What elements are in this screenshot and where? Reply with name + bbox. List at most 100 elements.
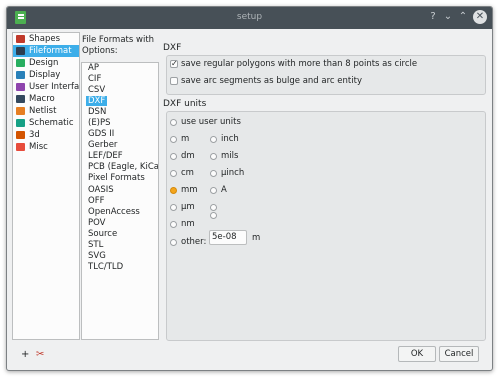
format-label: OpenAccess — [88, 206, 140, 217]
unit-radio[interactable] — [170, 170, 177, 177]
format-label: AP — [88, 63, 99, 73]
format-item[interactable]: LEF/DEF — [82, 151, 158, 162]
arcs-checkbox[interactable] — [170, 77, 178, 85]
formats-label: File Formats with Options: — [82, 35, 155, 56]
category-icon — [16, 107, 25, 115]
unit-label: cm — [181, 168, 194, 178]
tool-icon[interactable]: ✂ — [36, 349, 44, 360]
titlebar: setup ? ⌄ ⌃ ✕ — [7, 7, 492, 29]
unit-label: dm — [181, 151, 195, 161]
polygons-checkbox[interactable] — [170, 58, 178, 69]
unit-radio[interactable] — [210, 204, 217, 211]
format-item[interactable]: OpenAccess — [82, 207, 158, 218]
category-icon — [16, 143, 25, 151]
category-icon — [16, 83, 25, 91]
unit-label: mils — [221, 151, 239, 161]
category-icon — [16, 35, 25, 43]
format-label: PCB (Eagle, KiCad — [88, 162, 158, 173]
category-label: Design — [29, 58, 59, 68]
unit-label: A — [221, 185, 227, 195]
format-item[interactable]: Pixel Formats — [82, 173, 158, 184]
units-group-title: DXF units — [163, 99, 207, 109]
format-item[interactable]: OFF — [82, 196, 158, 207]
format-item[interactable]: STL — [82, 240, 158, 251]
format-item[interactable]: Gerber — [82, 140, 158, 151]
format-label: DXF — [86, 96, 108, 107]
unit-radio[interactable] — [210, 187, 217, 194]
unit-label: inch — [221, 134, 239, 144]
category-item[interactable]: Macro — [13, 93, 79, 105]
format-label: STL — [88, 239, 104, 250]
format-item[interactable]: DXF — [82, 96, 158, 107]
help-icon[interactable]: ? — [426, 10, 440, 24]
category-item[interactable]: 3d — [13, 129, 79, 141]
polygons-label: save regular polygons with more than 8 p… — [181, 59, 418, 69]
category-icon — [16, 59, 25, 67]
unit-radio[interactable] — [170, 204, 177, 211]
format-item[interactable]: DSN — [82, 107, 158, 118]
format-label: CIF — [88, 74, 102, 85]
other-label: other: — [181, 237, 207, 247]
category-item[interactable]: Netlist — [13, 105, 79, 117]
category-item[interactable]: Misc — [13, 141, 79, 153]
unit-radio[interactable] — [210, 153, 217, 160]
format-item[interactable]: TLC/TLD — [82, 262, 158, 273]
unit-label: µinch — [221, 168, 245, 178]
format-label: Pixel Formats — [88, 173, 145, 184]
ok-button[interactable]: OK — [398, 346, 436, 362]
unit-radio[interactable] — [210, 170, 217, 177]
format-item[interactable]: (E)PS — [82, 118, 158, 129]
unit-radio[interactable] — [170, 153, 177, 160]
unit-radio[interactable] — [170, 187, 177, 194]
category-list[interactable]: Shapes Fileformat Design Display User Interf… — [12, 32, 80, 340]
format-item[interactable]: CIF — [82, 74, 158, 85]
unit-radio[interactable] — [210, 136, 217, 143]
category-label: Schematic — [29, 118, 74, 128]
category-item[interactable]: Shapes — [13, 33, 79, 45]
format-label: SVG — [88, 250, 106, 261]
category-label: Display — [29, 70, 61, 80]
setup-window: setup ? ⌄ ⌃ ✕ Shapes Fileformat Design Disp… — [6, 6, 493, 371]
category-icon — [16, 119, 25, 127]
category-item[interactable]: Design — [13, 57, 79, 69]
format-label: (E)PS — [88, 118, 111, 129]
format-item[interactable]: AP — [82, 63, 158, 74]
format-item[interactable]: Source — [82, 229, 158, 240]
format-item[interactable]: PCB (Eagle, KiCad — [82, 162, 158, 173]
unit-radio[interactable] — [210, 212, 217, 219]
category-icon — [16, 95, 25, 103]
format-item[interactable]: SVG — [82, 251, 158, 262]
category-label: Netlist — [29, 106, 57, 116]
category-label: Misc — [29, 142, 48, 152]
window-title: setup — [236, 12, 263, 22]
format-label: POV — [88, 217, 106, 228]
formats-list[interactable]: AP CIF CSV DXF DSN (E)PS GDS II Gerber LEF/DEF PC… — [81, 62, 159, 340]
format-label: Source — [88, 228, 118, 239]
format-label: CSV — [88, 85, 106, 96]
unit-radio[interactable] — [170, 221, 177, 228]
use-user-units-radio[interactable] — [170, 119, 177, 126]
cancel-button[interactable]: Cancel — [439, 346, 479, 362]
category-label: 3d — [29, 130, 40, 140]
category-label: Fileformat — [29, 46, 72, 56]
category-label: User Interfac — [29, 82, 80, 92]
unit-label: m — [181, 134, 190, 144]
other-unit-radio[interactable] — [170, 239, 177, 246]
arcs-label: save arc segments as bulge and arc entit… — [181, 76, 362, 86]
units-group-box — [166, 111, 486, 341]
add-icon[interactable]: + — [21, 349, 29, 360]
use-user-units-label: use user units — [181, 117, 241, 127]
other-unit-input[interactable]: 5e-08 — [209, 230, 247, 245]
category-item[interactable]: Schematic — [13, 117, 79, 129]
minimize-icon[interactable]: ⌄ — [441, 10, 455, 24]
format-item[interactable]: GDS II — [82, 129, 158, 140]
category-item[interactable]: Fileformat — [13, 45, 79, 57]
format-item[interactable]: POV — [82, 218, 158, 229]
format-item[interactable]: OASIS — [82, 185, 158, 196]
category-item[interactable]: Display — [13, 69, 79, 81]
category-item[interactable]: User Interfac — [13, 81, 79, 93]
format-item[interactable]: CSV — [82, 85, 158, 96]
unit-radio[interactable] — [170, 136, 177, 143]
maximize-icon[interactable]: ⌃ — [456, 10, 470, 24]
close-icon[interactable]: ✕ — [473, 10, 487, 24]
